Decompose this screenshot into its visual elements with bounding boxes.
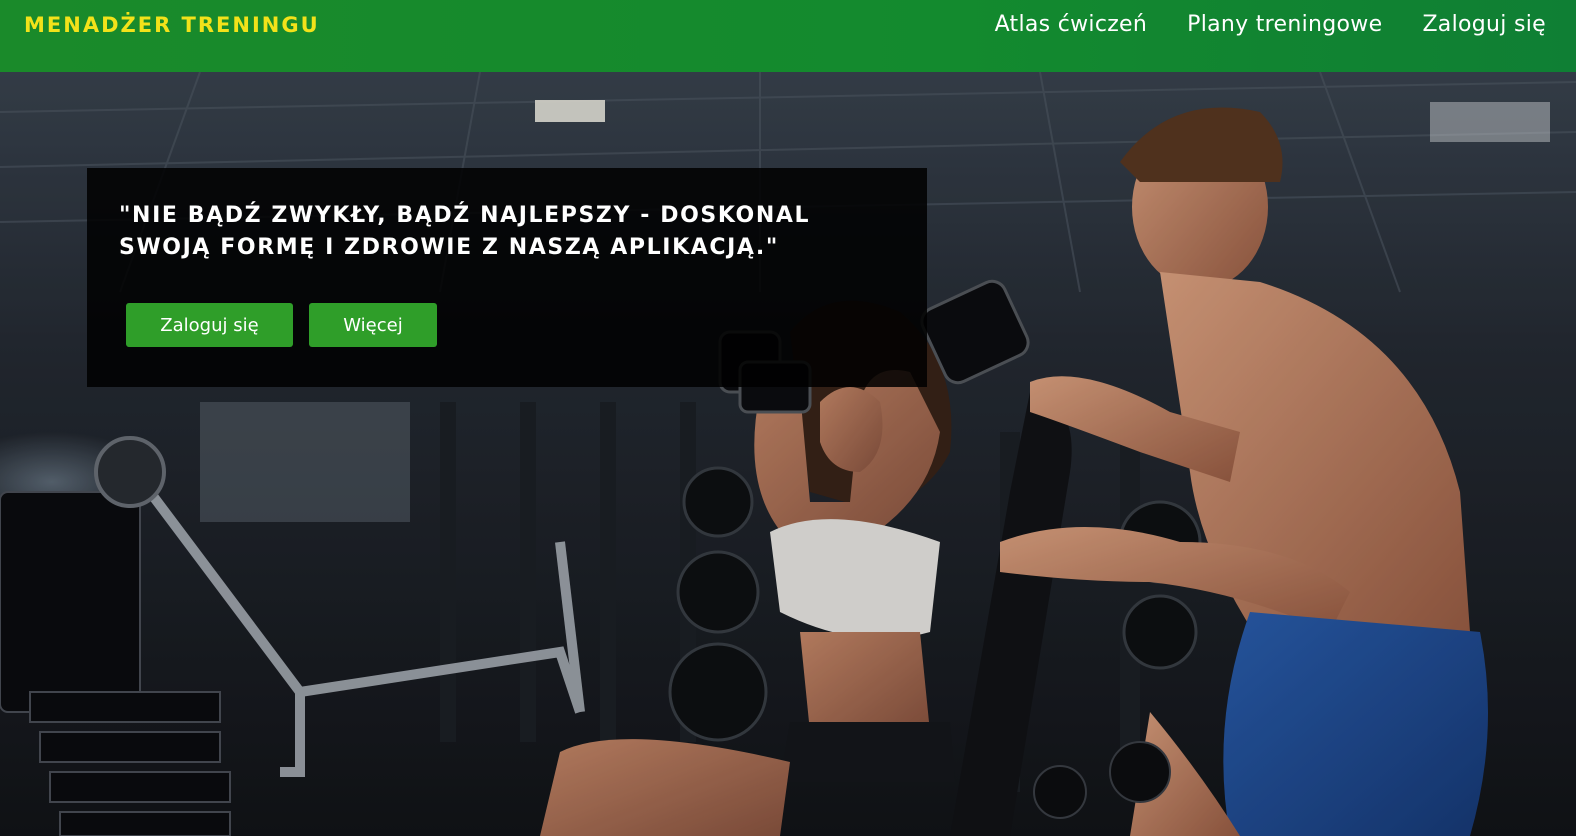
hero-quote-panel: "NIE BĄDŹ ZWYKŁY, BĄDŹ NAJLEPSZY - DOSKO… xyxy=(87,168,927,387)
more-button[interactable]: Więcej xyxy=(309,303,437,347)
login-button[interactable]: Zaloguj się xyxy=(126,303,293,347)
hero-quote: "NIE BĄDŹ ZWYKŁY, BĄDŹ NAJLEPSZY - DOSKO… xyxy=(119,203,811,260)
nav-link-login[interactable]: Zaloguj się xyxy=(1422,12,1546,37)
top-navbar: MENADŻER TRENINGU Atlas ćwiczeń Plany tr… xyxy=(0,0,1576,72)
brand-logo[interactable]: MENADŻER TRENINGU xyxy=(24,13,320,37)
page: MENADŻER TRENINGU Atlas ćwiczeń Plany tr… xyxy=(0,0,1576,836)
nav-links: Atlas ćwiczeń Plany treningowe Zaloguj s… xyxy=(995,12,1546,37)
nav-link-exercise-atlas[interactable]: Atlas ćwiczeń xyxy=(995,12,1148,37)
nav-link-training-plans[interactable]: Plany treningowe xyxy=(1187,12,1382,37)
